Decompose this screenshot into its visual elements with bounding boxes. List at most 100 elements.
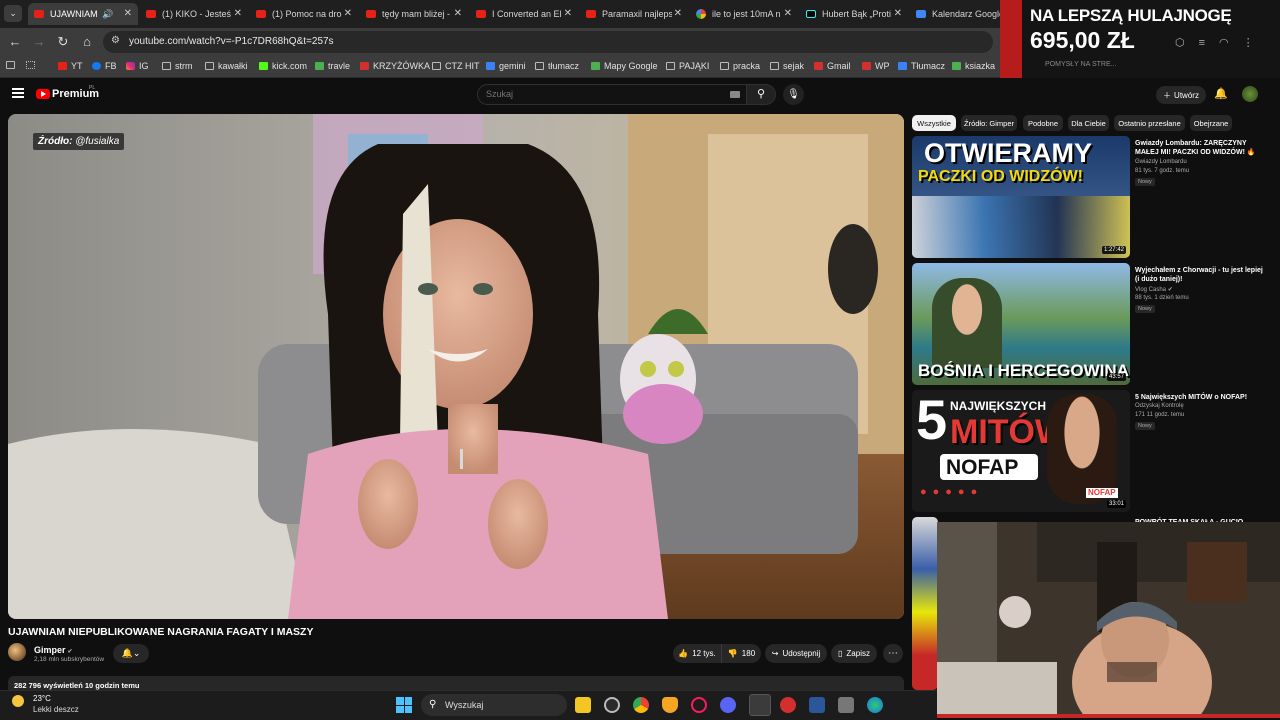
bookmark-kawalki[interactable]: kawałki bbox=[205, 61, 248, 71]
video-thumbnail[interactable]: 5 NAJWIĘKSZYCH MITÓW NOFAP NOFAP ●●●●● 3… bbox=[912, 390, 1130, 512]
bookmark-ctz-hit[interactable]: CTZ HIT bbox=[432, 61, 480, 71]
opera-icon[interactable] bbox=[691, 697, 707, 713]
more-actions-button[interactable]: ⋯ bbox=[883, 644, 903, 663]
chrome-icon[interactable] bbox=[633, 697, 649, 713]
active-app-icon[interactable] bbox=[749, 694, 771, 716]
close-tab-icon[interactable]: ✕ bbox=[234, 8, 242, 19]
browser-tab[interactable]: ile to jest 10mA n ✕ bbox=[690, 3, 798, 25]
apps-grid-icon[interactable] bbox=[26, 61, 35, 69]
browser-tab[interactable]: Kalendarz Google bbox=[910, 3, 1000, 25]
search-input[interactable] bbox=[486, 89, 686, 99]
browser-tab[interactable]: (1) Pomoc na dro ✕ bbox=[250, 3, 358, 25]
calculator-icon[interactable] bbox=[838, 697, 854, 713]
chip-for-you[interactable]: Dla Ciebie bbox=[1068, 115, 1109, 131]
brave-icon[interactable] bbox=[662, 697, 678, 713]
bookmark-strm[interactable]: strm bbox=[162, 61, 193, 71]
create-button[interactable]: ＋ Utwórz bbox=[1156, 86, 1206, 104]
app-icon[interactable] bbox=[780, 697, 796, 713]
recommendation-channel[interactable]: Odzyskaj Kontrolę bbox=[1135, 403, 1184, 409]
video-thumbnail[interactable] bbox=[912, 517, 938, 690]
notifications-bell-icon[interactable]: 🔔 bbox=[1214, 87, 1228, 100]
video-thumbnail[interactable]: OTWIERAMY PACZKI OD WIDZÓW! 1:27:42 bbox=[912, 136, 1130, 258]
bookmark-yt[interactable]: YT bbox=[58, 61, 83, 71]
file-explorer-icon[interactable] bbox=[575, 697, 591, 713]
close-tab-icon[interactable]: ✕ bbox=[344, 8, 352, 19]
chip-all[interactable]: Wszystkie bbox=[912, 115, 956, 131]
share-button[interactable]: ↪ Udostępnij bbox=[765, 644, 827, 663]
bookmark-kick[interactable]: kick.com bbox=[259, 61, 307, 71]
search-box[interactable] bbox=[477, 84, 747, 105]
video-thumbnail[interactable]: BOŚNIA I HERCEGOWINA 43:57 bbox=[912, 263, 1130, 385]
bookmark-tlumacz-2[interactable]: Tłumacz bbox=[898, 61, 945, 71]
bookmark-ksiazka[interactable]: ksiazka bbox=[952, 61, 995, 71]
bookmark-pajaki[interactable]: PAJĄKI bbox=[666, 61, 709, 71]
browser-tab[interactable]: Paramaxil najleps ✕ bbox=[580, 3, 688, 25]
windows-start-icon[interactable] bbox=[396, 697, 412, 713]
weather-temperature[interactable]: 23°C bbox=[33, 694, 51, 703]
word-icon[interactable] bbox=[809, 697, 825, 713]
close-tab-icon[interactable]: ✕ bbox=[454, 8, 462, 19]
bookmark-gmail[interactable]: Gmail bbox=[814, 61, 851, 71]
video-player[interactable]: Źródło: @fusialka bbox=[8, 114, 904, 619]
recommendation-channel[interactable]: Gwiazdy Lombardu bbox=[1135, 159, 1187, 165]
bookmark-tlumacz[interactable]: tłumacz bbox=[535, 61, 579, 71]
bookmark-fb[interactable]: FB bbox=[92, 61, 117, 71]
edge-icon[interactable] bbox=[867, 697, 883, 713]
close-tab-icon[interactable]: ✕ bbox=[564, 8, 572, 19]
speaker-icon[interactable]: 🔊 bbox=[102, 9, 113, 20]
close-tab-icon[interactable]: ✕ bbox=[784, 8, 792, 19]
recommendation-meta: 171 11 godz. temu bbox=[1135, 412, 1185, 418]
bookmark-travle[interactable]: travle bbox=[315, 61, 350, 71]
plus-icon: ＋ bbox=[1163, 90, 1172, 100]
channel-avatar[interactable] bbox=[8, 643, 26, 661]
ad-control-icons: ⬡≡◠⋮ bbox=[1175, 37, 1268, 49]
keyboard-icon[interactable] bbox=[730, 91, 740, 98]
subscription-bell-button[interactable]: 🔔⌄ bbox=[113, 644, 149, 663]
chip-recently-uploaded[interactable]: Ostatnio przesłane bbox=[1114, 115, 1185, 131]
browser-tab-active[interactable]: UJAWNIAM N 🔊 ✕ bbox=[28, 3, 138, 25]
bookmark-gemini[interactable]: gemini bbox=[486, 61, 526, 71]
recommendation-channel[interactable]: Vlog Casha ✔ bbox=[1135, 286, 1173, 293]
weather-icon[interactable] bbox=[12, 695, 24, 707]
voice-search-button[interactable]: 🎙 bbox=[783, 84, 804, 105]
bookmark-wp[interactable]: WP bbox=[862, 61, 890, 71]
tab-search-button[interactable]: ⌄ bbox=[4, 5, 22, 22]
close-tab-icon[interactable]: ✕ bbox=[674, 8, 682, 19]
weather-description[interactable]: Lekki deszcz bbox=[33, 705, 79, 714]
account-avatar[interactable] bbox=[1242, 86, 1258, 102]
dislike-button[interactable]: 👎 180 bbox=[721, 644, 761, 663]
chip-source-gimper[interactable]: Źródło: Gimper bbox=[961, 115, 1017, 131]
browser-tab[interactable]: tędy mam bliżej - ✕ bbox=[360, 3, 468, 25]
chip-watched[interactable]: Obejrzane bbox=[1190, 115, 1232, 131]
channel-name[interactable]: Gimper ✔ bbox=[34, 645, 73, 655]
bookmark-ig[interactable]: IG bbox=[126, 61, 149, 71]
site-info-icon[interactable]: ⚙ bbox=[111, 35, 125, 49]
recommendation-item[interactable]: 5 NAJWIĘKSZYCH MITÓW NOFAP NOFAP ●●●●● 3… bbox=[912, 390, 1272, 514]
forward-arrow-icon[interactable]: → bbox=[31, 34, 47, 50]
like-button[interactable]: 👍 12 tys. bbox=[673, 644, 721, 663]
back-arrow-icon[interactable]: ← bbox=[7, 34, 23, 50]
bookmarks-toggle-icon[interactable] bbox=[6, 61, 15, 69]
bookmark-pracka[interactable]: pracka bbox=[720, 61, 760, 71]
home-icon[interactable]: ⌂ bbox=[79, 34, 95, 50]
close-tab-icon[interactable]: ✕ bbox=[894, 8, 902, 19]
discord-icon[interactable] bbox=[720, 697, 736, 713]
bookmark-mapy-google[interactable]: Mapy Google bbox=[591, 61, 658, 71]
taskbar-search[interactable]: ⚲ Wyszukaj bbox=[421, 694, 567, 716]
bookmark-krzyzowka[interactable]: KRZYŻÓWKA bbox=[360, 61, 430, 71]
address-bar[interactable]: ⚙ youtube.com/watch?v=-P1c7DR68hQ&t=257s bbox=[103, 31, 993, 53]
menu-icon[interactable] bbox=[12, 88, 24, 98]
browser-tab[interactable]: (1) KIKO - Jesteś n ✕ bbox=[140, 3, 248, 25]
reload-icon[interactable]: ↻ bbox=[55, 34, 71, 50]
browser-tab[interactable]: I Converted an El ✕ bbox=[470, 3, 578, 25]
save-button[interactable]: ▯ Zapisz bbox=[831, 644, 877, 663]
youtube-logo-icon[interactable] bbox=[36, 89, 50, 99]
close-tab-icon[interactable]: ✕ bbox=[124, 8, 132, 19]
recommendation-item[interactable]: OTWIERAMY PACZKI OD WIDZÓW! 1:27:42 Gwia… bbox=[912, 136, 1272, 260]
search-button[interactable]: ⚲ bbox=[746, 84, 776, 105]
chip-similar[interactable]: Podobne bbox=[1023, 115, 1063, 131]
recommendation-item[interactable]: BOŚNIA I HERCEGOWINA 43:57 Wyjechałem z … bbox=[912, 263, 1272, 387]
browser-tab[interactable]: Hubert Bąk „Proti ✕ bbox=[800, 3, 908, 25]
bookmark-sejak[interactable]: sejak bbox=[770, 61, 804, 71]
obs-icon[interactable] bbox=[604, 697, 620, 713]
